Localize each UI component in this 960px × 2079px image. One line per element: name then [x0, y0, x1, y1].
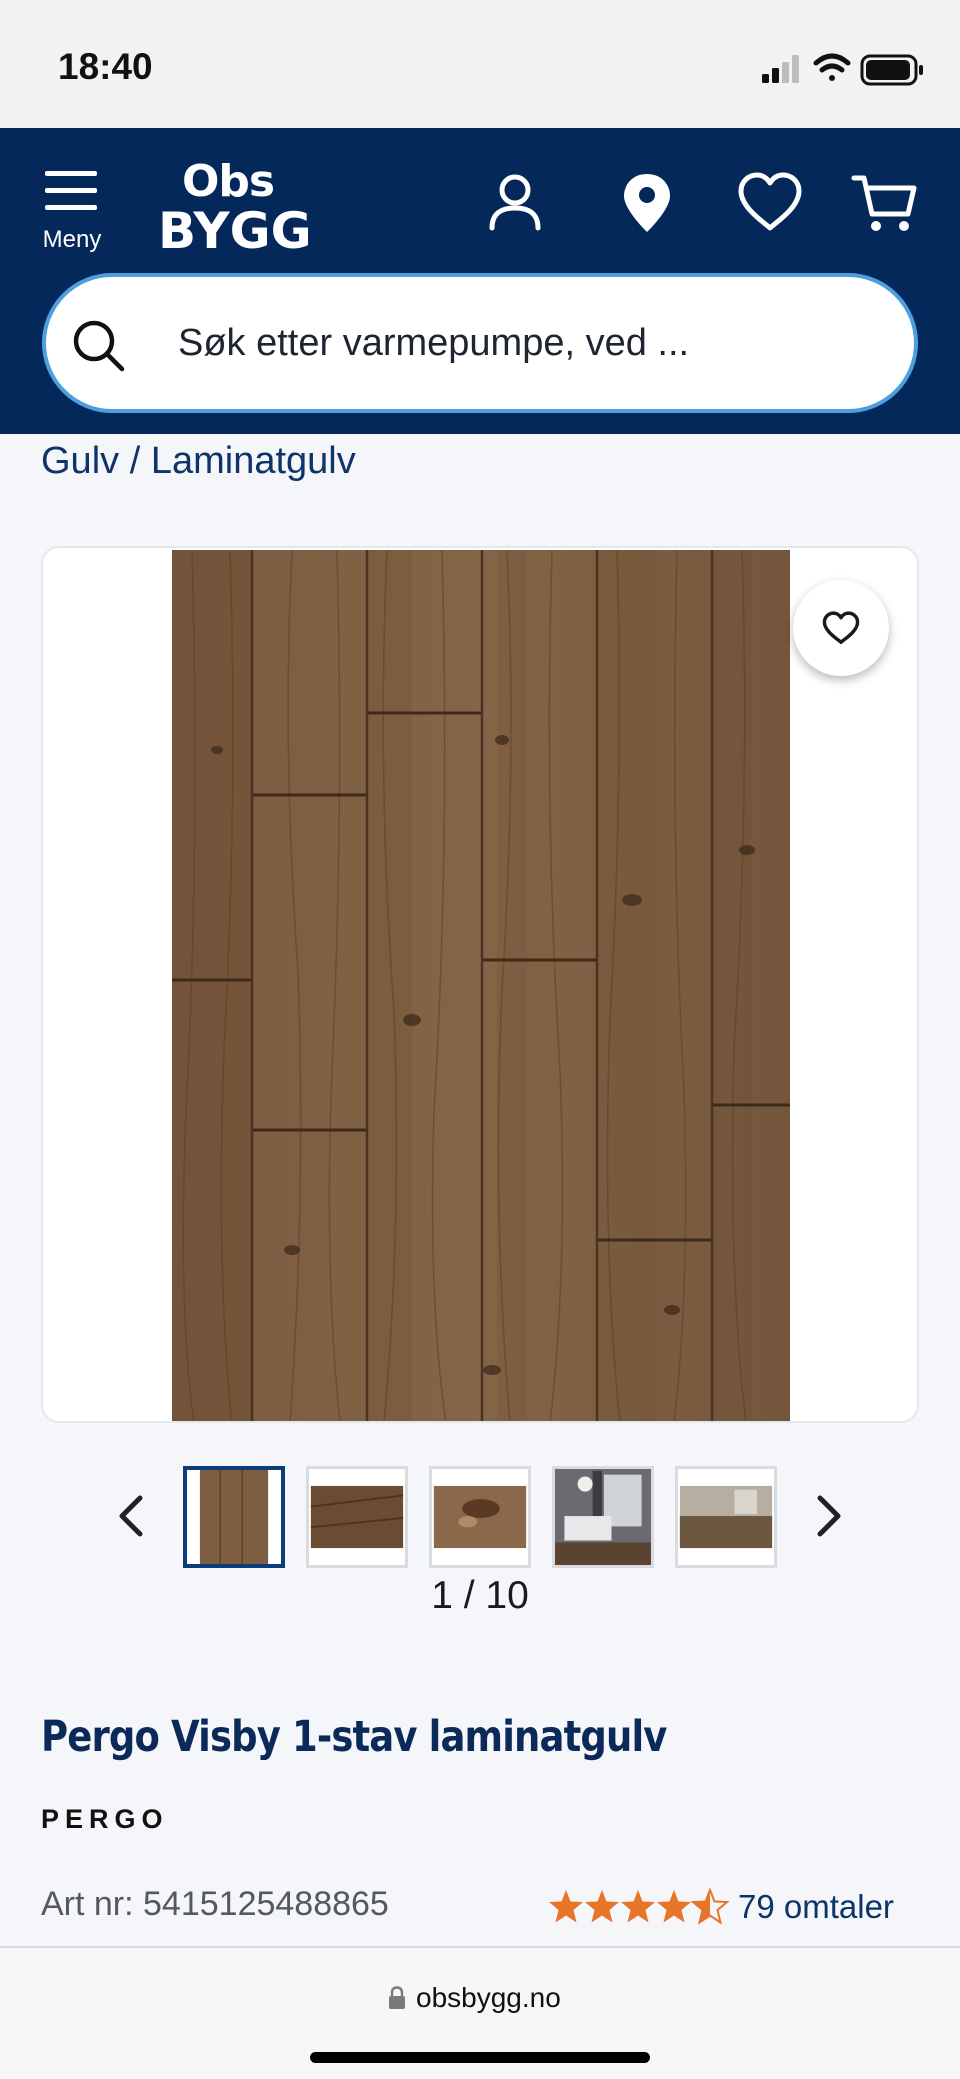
thumbnail-2[interactable] [306, 1466, 408, 1568]
home-indicator [310, 2052, 650, 2063]
breadcrumb: Gulv / Laminatgulv [41, 440, 356, 483]
status-bar: 18:40 [0, 0, 960, 128]
thumbnail-4[interactable] [552, 1466, 654, 1568]
logo-bottom-text: BYGG [158, 202, 312, 260]
signal-icon [762, 55, 799, 83]
image-counter: 1 / 10 [431, 1574, 529, 1617]
star-full-2 [585, 1890, 619, 1923]
browser-url-bar[interactable]: obsbygg.no [0, 1946, 960, 2079]
logo-top-text: Obs [182, 156, 275, 207]
search-box[interactable] [42, 273, 918, 413]
site-header: Meny Obs BYGG [0, 128, 960, 434]
location-pin-icon[interactable] [612, 168, 682, 238]
brand-name[interactable]: PERGO [41, 1804, 169, 1835]
breadcrumb-separator: / [119, 440, 151, 482]
article-number: Art nr: 5415125488865 [41, 1885, 389, 1923]
wifi-icon [813, 53, 851, 81]
cart-icon[interactable] [850, 168, 920, 238]
heart-outline-icon [822, 611, 860, 644]
search-input[interactable] [178, 311, 878, 375]
thumb-room [678, 1469, 774, 1565]
star-rating-icon [549, 1889, 728, 1924]
product-image-card [41, 546, 919, 1423]
thumb-floor-spill [432, 1469, 528, 1565]
product-main-image[interactable] [172, 550, 790, 1423]
product-rating[interactable]: 79 omtaler [548, 1886, 920, 1932]
star-half-5 [692, 1889, 728, 1924]
battery-icon [860, 54, 923, 86]
menu-button[interactable]: Meny [34, 163, 110, 253]
thumb-plank [187, 1470, 281, 1564]
status-time: 18:40 [58, 46, 153, 87]
breadcrumb-item-laminatgulv[interactable]: Laminatgulv [151, 440, 356, 482]
heart-icon[interactable] [735, 168, 805, 238]
obs-bygg-logo[interactable]: Obs BYGG [158, 156, 312, 260]
product-title: Pergo Visby 1-stav laminatgulv [41, 1712, 667, 1762]
add-to-favorites-button[interactable] [793, 580, 889, 676]
user-icon[interactable] [480, 168, 550, 238]
thumbnail-5[interactable] [675, 1466, 777, 1568]
url-text: obsbygg.no [416, 1982, 561, 2013]
menu-label: Meny [42, 226, 102, 253]
previous-image-icon[interactable] [112, 1490, 152, 1542]
hamburger-icon [45, 171, 97, 210]
search-icon[interactable] [70, 317, 126, 373]
thumb-floor-closeup [309, 1469, 405, 1565]
star-full-4 [657, 1890, 691, 1923]
thumb-bedroom [555, 1469, 651, 1565]
reviews-link[interactable]: 79 omtaler [738, 1888, 894, 1926]
breadcrumb-item-gulv[interactable]: Gulv [41, 440, 119, 482]
thumbnail-3[interactable] [429, 1466, 531, 1568]
star-full-1 [549, 1890, 583, 1923]
thumbnail-1[interactable] [183, 1466, 285, 1568]
star-full-3 [621, 1890, 655, 1923]
next-image-icon[interactable] [808, 1490, 848, 1542]
lock-icon [389, 1986, 405, 2009]
status-icons [762, 53, 923, 86]
